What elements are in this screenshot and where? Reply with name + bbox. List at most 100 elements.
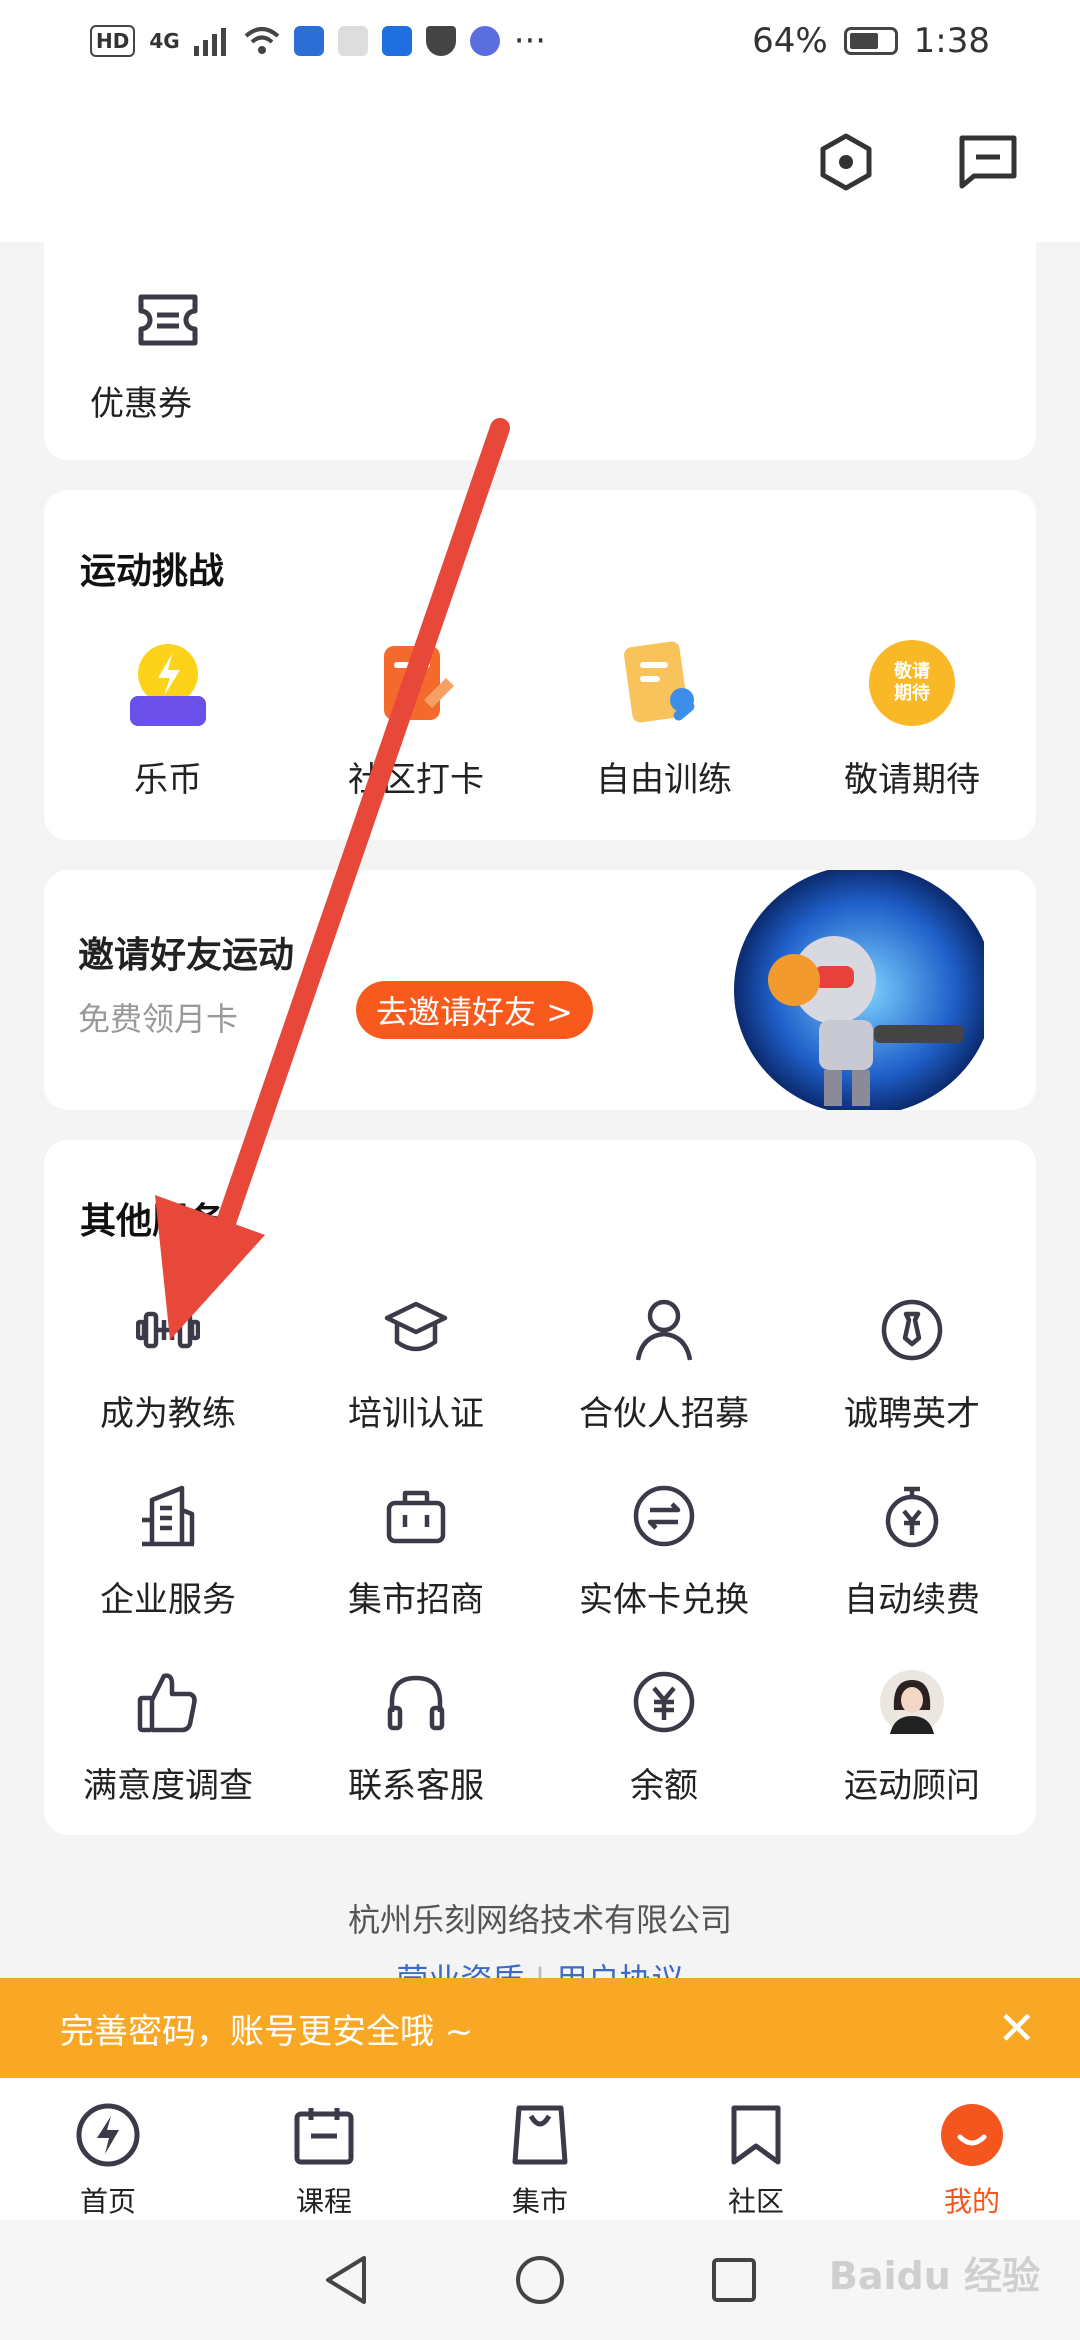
services-card: 其他服务 成为教练 培训认证 合伙人招募 诚聘英才 企业服务 集市招商 实体卡兑… (44, 1140, 1036, 1835)
tab-market[interactable]: 集市 (432, 2078, 648, 2220)
wifi-icon (244, 27, 280, 54)
password-banner[interactable]: 完善密码，账号更安全哦 ~ ✕ (0, 1978, 1080, 2078)
ticket-icon (128, 280, 208, 360)
signal-label: 4G (149, 29, 180, 53)
service-hiring[interactable]: 诚聘英才 (788, 1290, 1036, 1435)
service-merchant[interactable]: 集市招商 (292, 1476, 540, 1621)
invite-title: 邀请好友运动 (78, 935, 295, 976)
banner-text: 完善密码，账号更安全哦 ~ (60, 2011, 474, 2052)
auto-renew-icon (872, 1476, 952, 1556)
battery-icon (843, 27, 898, 55)
service-label: 满意度调查 (83, 1766, 253, 1806)
recents-icon[interactable] (710, 2256, 758, 2304)
service-label: 联系客服 (348, 1766, 484, 1806)
service-label: 企业服务 (100, 1580, 236, 1620)
yuan-icon (624, 1662, 704, 1742)
service-partner-recruit[interactable]: 合伙人招募 (540, 1290, 788, 1435)
coin-icon (120, 640, 216, 736)
service-label: 自动续费 (844, 1580, 980, 1620)
service-label: 诚聘英才 (844, 1394, 980, 1434)
challenge-label: 乐币 (134, 760, 202, 800)
close-icon[interactable]: ✕ (997, 2005, 1036, 2051)
coupon-label: 优惠券 (90, 384, 192, 424)
hd-badge: HD (90, 25, 136, 57)
tab-label: 课程 (295, 2185, 352, 2218)
advisor-avatar (872, 1662, 952, 1742)
music-icon (469, 26, 500, 56)
lightning-icon (73, 2100, 143, 2170)
challenge-label: 社区打卡 (348, 760, 484, 800)
service-enterprise[interactable]: 企业服务 (44, 1476, 292, 1621)
app-notification-icon (293, 26, 324, 56)
building-icon (128, 1476, 208, 1556)
download-icon (337, 26, 368, 56)
tab-label: 集市 (511, 2185, 568, 2218)
tab-home[interactable]: 首页 (0, 2078, 216, 2220)
coupon-card: 优惠券 (44, 210, 1036, 460)
training-icon (616, 640, 712, 736)
service-card-exchange[interactable]: 实体卡兑换 (540, 1476, 788, 1621)
company-name: 杭州乐刻网络技术有限公司 (347, 1901, 732, 1939)
robot-illustration (734, 870, 984, 1110)
person-icon (624, 1290, 704, 1370)
clock: 1:38 (913, 21, 990, 61)
signal-icon (193, 28, 226, 56)
service-auto-renew[interactable]: 自动续费 (788, 1476, 1036, 1621)
tab-label: 社区 (727, 2185, 784, 2218)
tab-label: 我的 (943, 2185, 1000, 2218)
profile-icon (937, 2100, 1007, 2170)
services-title: 其他服务 (80, 1201, 225, 1242)
more-icon: ··· (513, 21, 547, 61)
tab-label: 首页 (79, 2185, 136, 2218)
challenge-item-coming-soon[interactable]: 敬请期待 敬请期待 (788, 640, 1036, 801)
graduation-cap-icon (376, 1290, 456, 1370)
tie-icon (872, 1290, 952, 1370)
home-icon[interactable] (514, 2254, 566, 2306)
challenge-label: 敬请期待 (844, 760, 980, 800)
tab-community[interactable]: 社区 (648, 2078, 864, 2220)
headset-icon (376, 1662, 456, 1742)
dumbbell-icon (128, 1290, 208, 1370)
message-icon[interactable] (958, 132, 1018, 192)
bottom-tabbar: 首页 课程 集市 社区 我的 (0, 2078, 1080, 2220)
service-customer-support[interactable]: 联系客服 (292, 1662, 540, 1807)
challenge-item-coin[interactable]: 乐币 (44, 640, 292, 801)
challenge-card: 运动挑战 乐币 社区打卡 自由训练 敬请期待 敬请期待 (44, 490, 1036, 840)
invite-card[interactable]: 邀请好友运动 免费领月卡 去邀请好友 > (44, 870, 1036, 1110)
service-label: 余额 (630, 1766, 698, 1806)
thumbs-up-icon (128, 1662, 208, 1742)
settings-hexagon-icon[interactable] (816, 132, 876, 192)
exchange-icon (624, 1476, 704, 1556)
watermark: Baidu 经验 (828, 2254, 1040, 2298)
service-sports-advisor[interactable]: 运动顾问 (788, 1662, 1036, 1807)
challenge-item-training[interactable]: 自由训练 (540, 640, 788, 801)
service-label: 成为教练 (100, 1394, 236, 1434)
status-bar: HD 4G ··· 64% 1:38 (0, 0, 1080, 82)
service-survey[interactable]: 满意度调查 (44, 1662, 292, 1807)
service-label: 合伙人招募 (579, 1394, 749, 1434)
calendar-icon (289, 2100, 359, 2170)
battery-percent: 64% (752, 21, 828, 61)
briefcase-icon (376, 1476, 456, 1556)
invite-friends-button[interactable]: 去邀请好友 > (356, 981, 593, 1039)
checkin-icon (368, 640, 464, 736)
challenge-item-checkin[interactable]: 社区打卡 (292, 640, 540, 801)
status-left: HD 4G ··· (90, 21, 546, 61)
shield-icon (425, 26, 456, 56)
status-right: 64% 1:38 (752, 21, 990, 61)
coupon-item[interactable]: 优惠券 (44, 280, 292, 425)
service-label: 集市招商 (348, 1580, 484, 1620)
challenge-title: 运动挑战 (80, 551, 225, 592)
service-become-coach[interactable]: 成为教练 (44, 1290, 292, 1435)
shopping-bag-icon (505, 2100, 575, 2170)
tab-mine[interactable]: 我的 (864, 2078, 1080, 2220)
coming-soon-icon: 敬请期待 (869, 640, 955, 726)
service-label: 运动顾问 (844, 1766, 980, 1806)
service-label: 实体卡兑换 (579, 1580, 749, 1620)
tab-courses[interactable]: 课程 (216, 2078, 432, 2220)
invite-subtitle: 免费领月卡 (78, 1000, 239, 1038)
service-training-cert[interactable]: 培训认证 (292, 1290, 540, 1435)
bookmark-icon (721, 2100, 791, 2170)
service-balance[interactable]: 余额 (540, 1662, 788, 1807)
back-icon[interactable] (322, 2254, 370, 2306)
